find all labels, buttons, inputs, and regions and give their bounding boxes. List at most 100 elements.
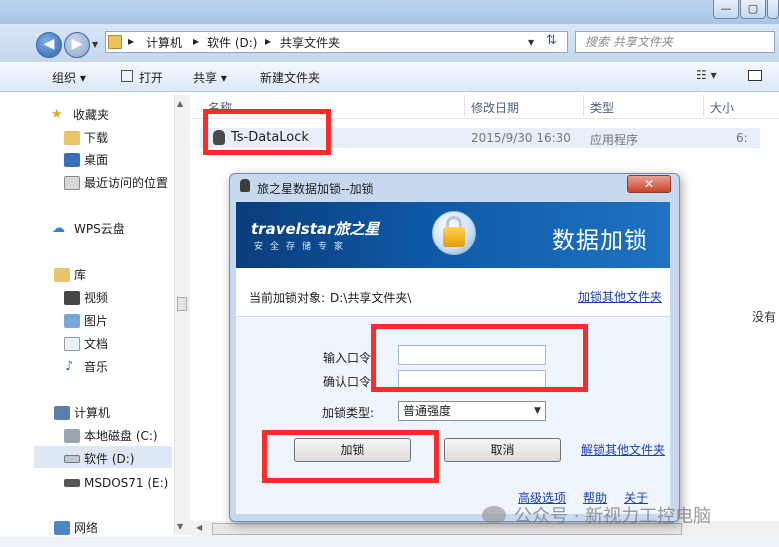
sidebar-item-label: 本地磁盘 (C:) bbox=[84, 429, 158, 443]
highlight-password-box bbox=[371, 324, 588, 392]
video-icon bbox=[64, 291, 80, 305]
highlight-file-box bbox=[203, 109, 331, 155]
confirm-password-label: 确认口令 bbox=[323, 375, 372, 389]
lock-type-label: 加锁类型: bbox=[322, 406, 375, 420]
password-label: 输入口令 bbox=[323, 351, 372, 365]
history-dropdown-icon[interactable]: ▼ bbox=[92, 40, 98, 49]
scroll-thumb[interactable] bbox=[177, 297, 187, 311]
sidebar-item-drive-c[interactable]: 本地磁盘 (C:) bbox=[64, 426, 158, 446]
column-divider bbox=[583, 95, 584, 117]
network-icon bbox=[54, 521, 70, 535]
refresh-icon[interactable]: ⇅ bbox=[546, 33, 557, 48]
scroll-up-icon[interactable]: ▲ bbox=[177, 99, 183, 108]
sidebar-item-label: 下载 bbox=[84, 131, 109, 145]
column-modified[interactable]: 修改日期 bbox=[471, 99, 519, 116]
unlock-other-folder-link[interactable]: 解锁其他文件夹 bbox=[581, 441, 665, 458]
details-strip bbox=[0, 537, 779, 547]
sidebar-network[interactable]: 网络 bbox=[54, 518, 98, 538]
sidebar-item-label: MSDOS71 (E:) bbox=[84, 476, 169, 490]
sidebar-item-label: 文档 bbox=[84, 337, 109, 351]
cancel-button[interactable]: 取消 bbox=[444, 438, 561, 462]
music-icon: ♪ bbox=[65, 359, 74, 374]
sidebar-computer-label: 计算机 bbox=[74, 406, 111, 420]
computer-icon bbox=[54, 406, 70, 420]
sidebar-scrollbar[interactable] bbox=[174, 95, 190, 535]
sidebar-libraries-label: 库 bbox=[74, 268, 87, 282]
maximize-button[interactable]: ▢ bbox=[740, 0, 766, 19]
new-folder-button[interactable]: 新建文件夹 bbox=[260, 69, 320, 86]
wechat-icon bbox=[482, 506, 506, 524]
lock-target-label: 当前加锁对象: bbox=[249, 291, 326, 305]
sidebar-item-music[interactable]: ♪ 音乐 bbox=[64, 357, 108, 377]
sidebar-item-label: 音乐 bbox=[84, 360, 109, 374]
pictures-icon bbox=[64, 314, 80, 328]
share-menu[interactable]: 共享 ▾ bbox=[193, 69, 227, 86]
lock-type-select[interactable]: 普通强度 bbox=[398, 401, 546, 421]
sidebar-item-pictures[interactable]: 图片 bbox=[64, 311, 108, 331]
lock-other-folder-link[interactable]: 加锁其他文件夹 bbox=[578, 288, 662, 305]
sidebar-favorites[interactable]: ★ 收藏夹 bbox=[51, 105, 110, 125]
brand-subtitle: 安全存储专家 bbox=[254, 242, 351, 252]
address-dropdown-icon[interactable]: ▼ bbox=[528, 38, 534, 47]
dialog-close-button[interactable]: ✕ bbox=[627, 175, 671, 193]
sidebar-item-label: WPS云盘 bbox=[74, 222, 125, 236]
sidebar-item-recent[interactable]: 最近访问的位置 bbox=[64, 173, 168, 193]
sidebar-item-drive-e[interactable]: MSDOS71 (E:) bbox=[64, 473, 168, 493]
chevron-down-icon[interactable]: ▼ bbox=[530, 402, 545, 420]
sidebar-item-label: 图片 bbox=[84, 314, 109, 328]
app-lock-icon bbox=[240, 179, 250, 192]
sidebar-favorites-label: 收藏夹 bbox=[73, 108, 110, 122]
file-size: 6: bbox=[736, 131, 748, 145]
command-toolbar bbox=[0, 62, 779, 92]
file-type: 应用程序 bbox=[590, 133, 639, 147]
drive-icon bbox=[64, 455, 80, 463]
folder-icon bbox=[108, 35, 122, 49]
sidebar-libraries[interactable]: 库 bbox=[54, 265, 86, 285]
search-input[interactable]: 搜索 共享文件夹 bbox=[575, 31, 775, 53]
sidebar-network-label: 网络 bbox=[74, 521, 99, 535]
view-options-icon[interactable]: ☷ ▾ bbox=[696, 68, 717, 82]
preview-pane-icon[interactable] bbox=[748, 70, 762, 81]
breadcrumb-separator: ▸ bbox=[193, 34, 200, 48]
sidebar-item-label: 桌面 bbox=[84, 153, 109, 167]
close-window-button[interactable] bbox=[767, 0, 779, 19]
watermark-text: 公众号 · 新视力工控电脑 bbox=[514, 506, 712, 527]
organize-menu[interactable]: 组织 ▾ bbox=[52, 69, 86, 86]
file-modified: 2015/9/30 16:30 bbox=[471, 131, 571, 145]
scroll-left-icon[interactable]: ◀ bbox=[196, 523, 202, 532]
column-type[interactable]: 类型 bbox=[590, 99, 614, 116]
open-icon bbox=[121, 70, 133, 82]
sidebar-computer[interactable]: 计算机 bbox=[54, 403, 110, 423]
sidebar-item-downloads[interactable]: 下载 bbox=[64, 128, 108, 148]
breadcrumb-separator: ▸ bbox=[265, 34, 272, 48]
dialog-heading: 数据加锁 bbox=[552, 228, 648, 254]
highlight-lock-button-box bbox=[262, 430, 439, 483]
back-arrow-icon[interactable]: ◀ bbox=[36, 32, 62, 58]
desktop-icon bbox=[64, 153, 80, 167]
forward-arrow-icon[interactable]: ▶ bbox=[64, 32, 90, 58]
brand-logo: travelstar旅之星 bbox=[251, 220, 380, 238]
minimize-button[interactable]: — bbox=[713, 0, 739, 19]
lock-target-path: D:\共享文件夹\ bbox=[330, 291, 412, 305]
documents-icon bbox=[64, 337, 80, 351]
library-icon bbox=[54, 268, 70, 282]
sidebar-item-desktop[interactable]: 桌面 bbox=[64, 150, 108, 170]
dialog-title: 旅之星数据加锁--加锁 bbox=[257, 182, 374, 196]
breadcrumb-drive-d[interactable]: 软件 (D:) bbox=[207, 34, 257, 51]
navigation-pane: ★ 收藏夹 下载 桌面 最近访问的位置 ☁ WPS云盘 库 视频 图片 文档 ♪… bbox=[0, 93, 190, 547]
sidebar-item-label: 软件 (D:) bbox=[84, 452, 135, 466]
downloads-icon bbox=[64, 131, 80, 145]
sidebar-item-drive-d[interactable]: 软件 (D:) bbox=[64, 449, 134, 469]
sidebar-item-videos[interactable]: 视频 bbox=[64, 288, 108, 308]
scroll-down-icon[interactable]: ▼ bbox=[177, 522, 183, 531]
open-button[interactable]: 打开 bbox=[139, 69, 163, 86]
breadcrumb-computer[interactable]: 计算机 bbox=[146, 34, 182, 51]
sidebar-item-label: 最近访问的位置 bbox=[84, 176, 169, 190]
recent-places-icon bbox=[64, 176, 80, 190]
breadcrumb-shared-folder[interactable]: 共享文件夹 bbox=[280, 34, 340, 51]
sidebar-item-wps-cloud[interactable]: ☁ WPS云盘 bbox=[52, 219, 125, 239]
sidebar-item-documents[interactable]: 文档 bbox=[64, 334, 108, 354]
disk-icon bbox=[64, 429, 80, 443]
column-size[interactable]: 大小 bbox=[710, 99, 734, 116]
lock-body-icon bbox=[443, 227, 465, 247]
